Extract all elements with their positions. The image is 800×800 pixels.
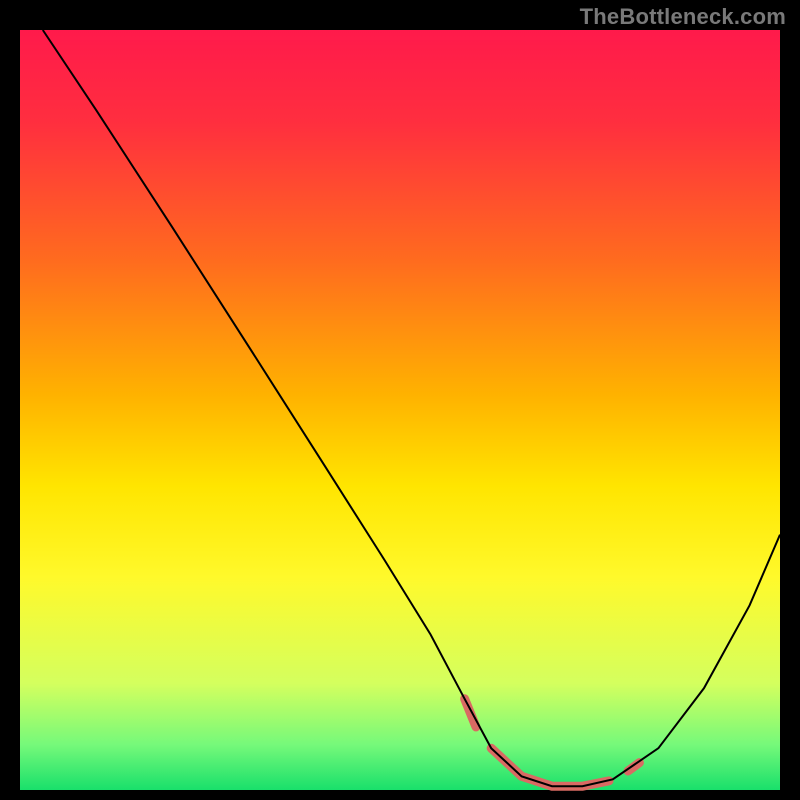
chart-canvas (0, 0, 800, 800)
chart-root: TheBottleneck.com (0, 0, 800, 800)
plot-background (20, 30, 780, 790)
